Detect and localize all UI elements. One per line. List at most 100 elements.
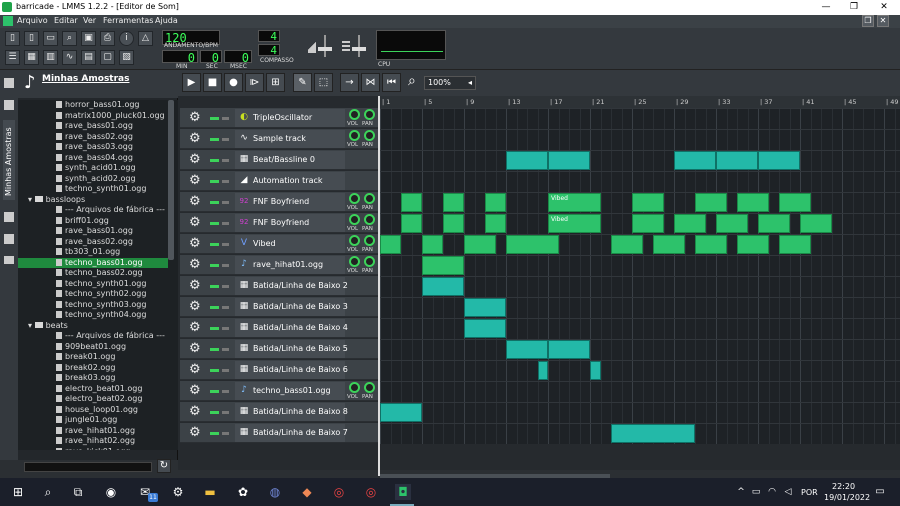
pattern-clip[interactable] — [401, 193, 422, 212]
track-row[interactable]: ⚙ 92 FNF Boyfriend VOL PAN — [180, 192, 378, 212]
pattern-clip[interactable] — [695, 235, 727, 254]
track-mute-button[interactable] — [210, 159, 219, 162]
pattern-clip[interactable] — [506, 235, 559, 254]
pattern-clip[interactable] — [464, 235, 496, 254]
track-gear-icon[interactable]: ⚙ — [189, 111, 201, 124]
file-item[interactable]: --- Arquivos de fábrica --- — [18, 331, 168, 342]
track-solo-button[interactable] — [222, 285, 229, 288]
new-from-template-icon[interactable]: ▯ — [24, 31, 39, 46]
track-solo-button[interactable] — [222, 180, 229, 183]
zoom-select[interactable]: 100% ◂ — [424, 76, 476, 90]
search-icon[interactable]: ⌕ — [40, 484, 56, 500]
track-row[interactable]: ⚙ V Vibed VOL PAN — [180, 234, 378, 254]
save-project-icon[interactable]: ▣ — [81, 31, 96, 46]
pan-knob[interactable] — [364, 109, 375, 120]
track-gear-icon[interactable]: ⚙ — [189, 258, 201, 271]
file-item[interactable]: jungle01.ogg — [18, 415, 168, 426]
track-gear-icon[interactable]: ⚙ — [189, 363, 201, 376]
file-item[interactable]: --- Arquivos de fábrica --- — [18, 205, 168, 216]
track-row[interactable]: ⚙ ▦ Batida/Linha de Baixo 5 — [180, 339, 378, 359]
pattern-clip[interactable] — [537, 361, 548, 380]
song-editor-icon[interactable]: ☰ — [5, 50, 20, 65]
menu-ferramentas[interactable]: Ferramentas — [103, 16, 153, 25]
file-item[interactable]: electro_beat01.ogg — [18, 384, 168, 395]
track-mute-button[interactable] — [210, 117, 219, 120]
notifications-icon[interactable]: ▭ — [872, 484, 888, 500]
select-mode-button[interactable]: ⬚ — [314, 73, 333, 92]
master-pitch-slider[interactable] — [340, 33, 370, 59]
pattern-clip[interactable] — [485, 214, 506, 233]
info-icon[interactable]: i — [119, 31, 134, 46]
volume-knob[interactable] — [349, 235, 360, 246]
track-gear-icon[interactable]: ⚙ — [189, 279, 201, 292]
pan-knob[interactable] — [364, 256, 375, 267]
pattern-clip[interactable] — [737, 193, 769, 212]
pattern-clip[interactable] — [401, 214, 422, 233]
chrome-profile-icon[interactable]: ◎ — [363, 484, 379, 500]
pattern-clip[interactable] — [737, 235, 769, 254]
pattern-clip[interactable] — [380, 403, 422, 422]
tray-chevron-up-icon[interactable]: ^ — [733, 484, 749, 500]
track-solo-button[interactable] — [222, 411, 229, 414]
language-indicator[interactable]: POR — [801, 488, 818, 497]
pattern-clip[interactable] — [422, 256, 464, 275]
track-solo-button[interactable] — [222, 432, 229, 435]
playhead-line[interactable] — [378, 96, 380, 476]
track-solo-button[interactable] — [222, 306, 229, 309]
file-item[interactable]: 909beat01.ogg — [18, 342, 168, 353]
add-track-button[interactable]: ⊞ — [266, 73, 285, 92]
my-home-tab-icon[interactable] — [4, 234, 14, 244]
discord-icon[interactable]: ◍ — [267, 484, 283, 500]
track-gear-icon[interactable]: ⚙ — [189, 426, 201, 439]
volume-knob[interactable] — [349, 109, 360, 120]
track-mute-button[interactable] — [210, 432, 219, 435]
pattern-clip[interactable] — [758, 214, 790, 233]
volume-knob[interactable] — [349, 382, 360, 393]
track-gear-icon[interactable]: ⚙ — [189, 216, 201, 229]
pattern-clip[interactable] — [422, 235, 443, 254]
track-row[interactable]: ⚙ 92 FNF Boyfriend VOL PAN — [180, 213, 378, 233]
pattern-clip[interactable] — [632, 214, 664, 233]
menu-arquivo[interactable]: Arquivo — [17, 16, 48, 25]
pattern-clip[interactable] — [506, 340, 548, 359]
volume-knob[interactable] — [349, 214, 360, 225]
file-explorer-icon[interactable]: ▬ — [202, 484, 218, 500]
track-mute-button[interactable] — [210, 243, 219, 246]
stop-button[interactable]: ■ — [203, 73, 222, 92]
file-item[interactable]: techno_synth01.ogg — [18, 279, 168, 290]
track-solo-button[interactable] — [222, 222, 229, 225]
track-solo-button[interactable] — [222, 327, 229, 330]
track-row[interactable]: ⚙ ▦ Batida/Linha de Baixo 6 — [180, 360, 378, 380]
file-item[interactable]: house_loop01.ogg — [18, 405, 168, 416]
pan-knob[interactable] — [364, 193, 375, 204]
track-mute-button[interactable] — [210, 390, 219, 393]
track-solo-button[interactable] — [222, 264, 229, 267]
volume-knob[interactable] — [349, 130, 360, 141]
track-solo-button[interactable] — [222, 117, 229, 120]
menu-ajuda[interactable]: Ajuda — [155, 16, 178, 25]
beat-editor-icon[interactable]: ▦ — [24, 50, 39, 65]
track-gear-icon[interactable]: ⚙ — [189, 153, 201, 166]
pattern-clip[interactable] — [380, 235, 401, 254]
my-samples-tab[interactable]: Minhas Amostras — [3, 120, 15, 200]
pattern-clip[interactable]: Vibed — [548, 193, 601, 212]
track-row[interactable]: ⚙ ∿ Sample track VOL PAN — [180, 129, 378, 149]
pattern-clip[interactable] — [695, 193, 727, 212]
track-gear-icon[interactable]: ⚙ — [189, 195, 201, 208]
controller-rack-icon[interactable]: ▧ — [119, 50, 134, 65]
file-item[interactable]: matrix1000_pluck01.ogg — [18, 111, 168, 122]
file-item[interactable]: break03.ogg — [18, 373, 168, 384]
file-item[interactable]: techno_bass02.ogg — [18, 268, 168, 279]
pan-knob[interactable] — [364, 130, 375, 141]
timeline-ruler[interactable]: | 1 | 5 | 9 | 13 | 17 | 21 | 25 | 29 | 33 | 37 | 4… — [378, 96, 900, 108]
file-item[interactable]: rave_bass01.ogg — [18, 121, 168, 132]
play-button[interactable]: ▶ — [182, 73, 201, 92]
pan-knob[interactable] — [364, 235, 375, 246]
steam-icon[interactable]: ◉ — [103, 484, 119, 500]
track-solo-button[interactable] — [222, 348, 229, 351]
file-item[interactable]: rave_hihat02.ogg — [18, 436, 168, 447]
volume-knob[interactable] — [349, 193, 360, 204]
pattern-clip[interactable]: Vibed — [548, 214, 601, 233]
lmms-taskbar-icon[interactable]: ◘ — [395, 484, 411, 500]
loop-points-button[interactable]: ⋈ — [361, 73, 380, 92]
